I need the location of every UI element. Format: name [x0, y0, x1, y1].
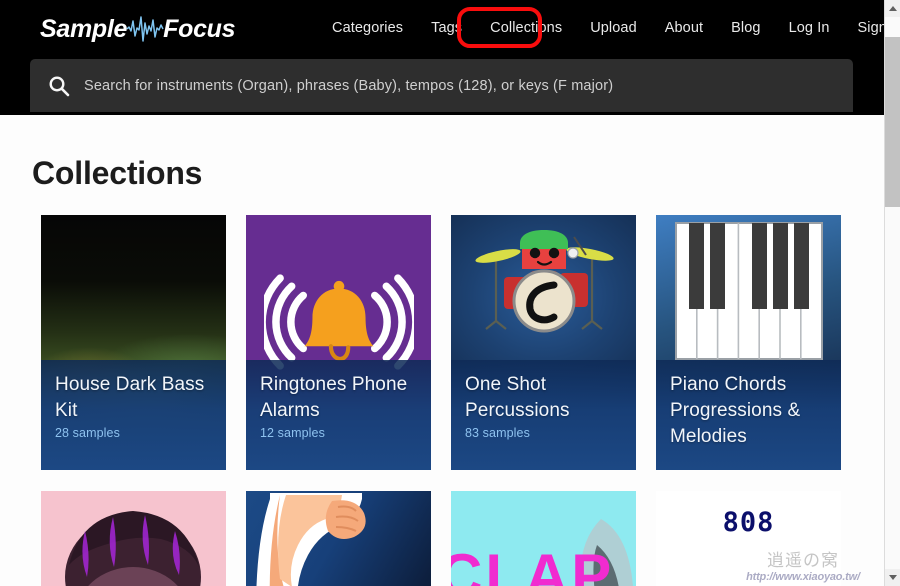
collections-grid: House Dark Bass Kit 28 samples Ringtones…: [41, 215, 861, 586]
collection-card[interactable]: House Dark Bass Kit 28 samples: [41, 215, 226, 470]
collection-card[interactable]: Piano Chords Progressions & Melodies: [656, 215, 841, 470]
main-content: Collections House Dark Bass Kit 28 sampl…: [0, 115, 884, 586]
nav-categories[interactable]: Categories: [318, 15, 417, 41]
collection-card-count: 83 samples: [465, 426, 530, 440]
nav-sign-up[interactable]: Sign Up: [844, 15, 885, 41]
flexed-bicep-icon: [246, 491, 431, 586]
logo-text-sample: Sample: [40, 14, 128, 43]
scroll-up-icon: [888, 6, 897, 11]
collection-card-count: 28 samples: [55, 426, 120, 440]
nav-blog[interactable]: Blog: [717, 15, 774, 41]
collection-card-art: [246, 491, 431, 586]
portrait-image: [41, 491, 226, 586]
nav-log-in[interactable]: Log In: [775, 15, 844, 41]
clap-text-image: CLAP: [451, 491, 636, 586]
collection-card[interactable]: Ringtones Phone Alarms 12 samples: [246, 215, 431, 470]
collection-card[interactable]: 808: [656, 491, 841, 586]
nav-collections[interactable]: Collections: [476, 15, 576, 41]
scrollbar-track[interactable]: [885, 17, 900, 569]
collection-card-overlay: Piano Chords Progressions & Melodies: [656, 360, 841, 470]
collection-card-count: 12 samples: [260, 426, 325, 440]
waveform-icon: [126, 15, 164, 43]
collection-card-art: [41, 491, 226, 586]
scroll-down-icon: [888, 575, 897, 580]
browser-viewport: Sample Focus Categories Tags Collections…: [0, 0, 900, 586]
search-icon: [48, 75, 70, 97]
scrollbar-thumb[interactable]: [885, 37, 900, 207]
site-logo[interactable]: Sample Focus: [40, 12, 236, 46]
collection-card-title: Ringtones Phone Alarms: [260, 374, 408, 421]
nav-upload[interactable]: Upload: [576, 15, 651, 41]
collection-card[interactable]: One Shot Percussions 83 samples: [451, 215, 636, 470]
vertical-scrollbar[interactable]: [884, 0, 900, 586]
scroll-up-button[interactable]: [885, 0, 900, 17]
collection-card-overlay: Ringtones Phone Alarms 12 samples: [246, 360, 431, 470]
collection-card-title: House Dark Bass Kit: [55, 374, 205, 421]
collection-card-art: 808: [656, 491, 841, 586]
808-text: 808: [722, 507, 775, 538]
page-content: Sample Focus Categories Tags Collections…: [0, 0, 884, 586]
nav-about[interactable]: About: [651, 15, 717, 41]
collection-card-title: Piano Chords Progressions & Melodies: [670, 374, 801, 447]
collection-card-overlay: House Dark Bass Kit 28 samples: [41, 360, 226, 470]
clap-text: CLAP: [451, 542, 615, 586]
search-bar[interactable]: Search for instruments (Organ), phrases …: [30, 59, 853, 112]
collection-card-title: One Shot Percussions: [465, 374, 570, 421]
collection-card[interactable]: CLAP: [451, 491, 636, 586]
scroll-down-button[interactable]: [885, 569, 900, 586]
search-input[interactable]: Search for instruments (Organ), phrases …: [84, 78, 613, 94]
808-text-image: 808: [656, 491, 841, 586]
nav-tags[interactable]: Tags: [417, 15, 476, 41]
collection-card[interactable]: [41, 491, 226, 586]
site-header: Sample Focus Categories Tags Collections…: [0, 0, 884, 115]
collection-card-art: CLAP: [451, 491, 636, 586]
main-nav: Categories Tags Collections Upload About…: [318, 15, 884, 41]
collection-card[interactable]: [246, 491, 431, 586]
logo-text-focus: Focus: [163, 14, 236, 43]
collection-card-overlay: One Shot Percussions 83 samples: [451, 360, 636, 470]
page-title: Collections: [32, 155, 203, 191]
